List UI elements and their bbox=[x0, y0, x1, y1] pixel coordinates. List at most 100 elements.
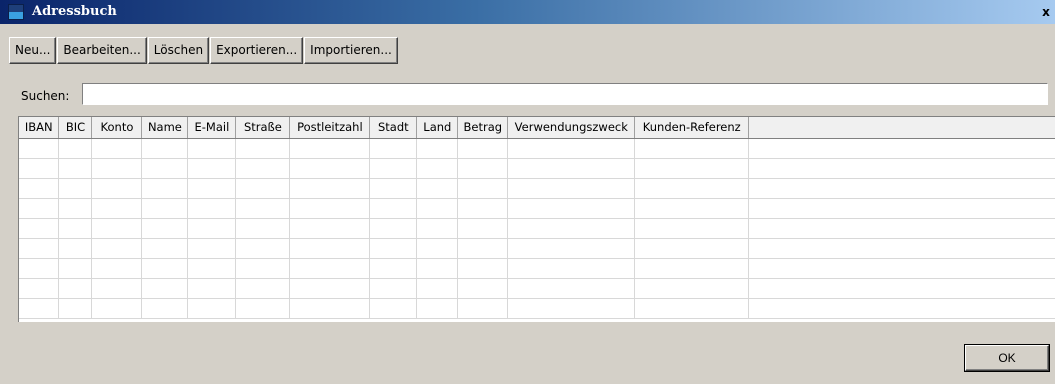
table-cell[interactable] bbox=[507, 138, 636, 159]
table-cell[interactable] bbox=[416, 258, 459, 279]
title-bar[interactable]: Adressbuch x bbox=[0, 0, 1055, 24]
address-table[interactable]: IBAN BIC Konto Name E-Mail Straße Postle… bbox=[18, 116, 1055, 322]
column-header-name[interactable]: Name bbox=[141, 117, 189, 139]
table-cell[interactable] bbox=[141, 218, 189, 239]
table-cell[interactable] bbox=[369, 258, 418, 279]
table-cell[interactable] bbox=[289, 278, 371, 299]
table-cell[interactable] bbox=[748, 258, 1055, 279]
new-button[interactable]: Neu... bbox=[9, 37, 57, 64]
table-cell[interactable] bbox=[369, 298, 418, 319]
column-header-postleitzahl[interactable]: Postleitzahl bbox=[289, 117, 371, 139]
table-cell[interactable] bbox=[416, 298, 459, 319]
column-header-email[interactable]: E-Mail bbox=[187, 117, 237, 139]
table-cell[interactable] bbox=[748, 198, 1055, 219]
table-cell[interactable] bbox=[91, 258, 143, 279]
table-cell[interactable] bbox=[634, 238, 750, 259]
table-cell[interactable] bbox=[369, 238, 418, 259]
table-cell[interactable] bbox=[141, 158, 189, 179]
table-cell[interactable] bbox=[91, 198, 143, 219]
table-cell[interactable] bbox=[634, 138, 750, 159]
table-row[interactable] bbox=[19, 298, 1055, 319]
table-cell[interactable] bbox=[58, 298, 93, 319]
table-cell[interactable] bbox=[507, 278, 636, 299]
column-header-strasse[interactable]: Straße bbox=[235, 117, 291, 139]
column-header-iban[interactable]: IBAN bbox=[19, 117, 60, 139]
table-cell[interactable] bbox=[187, 198, 237, 219]
table-cell[interactable] bbox=[141, 178, 189, 199]
table-row[interactable] bbox=[19, 258, 1055, 279]
table-cell[interactable] bbox=[416, 158, 459, 179]
table-cell[interactable] bbox=[416, 138, 459, 159]
table-cell[interactable] bbox=[289, 178, 371, 199]
table-cell[interactable] bbox=[235, 138, 291, 159]
table-cell[interactable] bbox=[457, 278, 509, 299]
table-cell[interactable] bbox=[369, 138, 418, 159]
table-cell[interactable] bbox=[91, 278, 143, 299]
table-cell[interactable] bbox=[235, 178, 291, 199]
table-cell[interactable] bbox=[187, 238, 237, 259]
export-button[interactable]: Exportieren... bbox=[210, 37, 304, 64]
table-cell[interactable] bbox=[416, 198, 459, 219]
table-cell[interactable] bbox=[235, 298, 291, 319]
table-cell[interactable] bbox=[457, 218, 509, 239]
column-header-kunden-referenz[interactable]: Kunden-Referenz bbox=[634, 117, 750, 139]
table-cell[interactable] bbox=[187, 218, 237, 239]
table-cell[interactable] bbox=[634, 198, 750, 219]
search-input[interactable] bbox=[82, 83, 1048, 105]
table-cell[interactable] bbox=[416, 178, 459, 199]
table-row[interactable] bbox=[19, 158, 1055, 179]
table-cell[interactable] bbox=[369, 198, 418, 219]
table-cell[interactable] bbox=[141, 298, 189, 319]
table-cell[interactable] bbox=[19, 138, 60, 159]
table-cell[interactable] bbox=[187, 178, 237, 199]
table-cell[interactable] bbox=[507, 238, 636, 259]
table-cell[interactable] bbox=[748, 158, 1055, 179]
table-cell[interactable] bbox=[369, 278, 418, 299]
table-cell[interactable] bbox=[187, 138, 237, 159]
table-cell[interactable] bbox=[369, 178, 418, 199]
table-cell[interactable] bbox=[91, 218, 143, 239]
column-header-betrag[interactable]: Betrag bbox=[457, 117, 509, 139]
table-cell[interactable] bbox=[748, 278, 1055, 299]
table-cell[interactable] bbox=[634, 278, 750, 299]
table-cell[interactable] bbox=[369, 158, 418, 179]
table-cell[interactable] bbox=[19, 178, 60, 199]
table-cell[interactable] bbox=[457, 158, 509, 179]
table-cell[interactable] bbox=[289, 138, 371, 159]
table-cell[interactable] bbox=[416, 218, 459, 239]
table-row[interactable] bbox=[19, 138, 1055, 159]
table-row[interactable] bbox=[19, 198, 1055, 219]
table-row[interactable] bbox=[19, 178, 1055, 199]
table-cell[interactable] bbox=[416, 278, 459, 299]
table-cell[interactable] bbox=[58, 278, 93, 299]
table-cell[interactable] bbox=[457, 238, 509, 259]
table-cell[interactable] bbox=[235, 158, 291, 179]
table-cell[interactable] bbox=[634, 158, 750, 179]
table-cell[interactable] bbox=[748, 238, 1055, 259]
table-cell[interactable] bbox=[634, 218, 750, 239]
table-cell[interactable] bbox=[507, 218, 636, 239]
edit-button[interactable]: Bearbeiten... bbox=[57, 37, 147, 64]
table-cell[interactable] bbox=[235, 218, 291, 239]
table-cell[interactable] bbox=[91, 178, 143, 199]
table-cell[interactable] bbox=[634, 178, 750, 199]
table-cell[interactable] bbox=[634, 258, 750, 279]
table-cell[interactable] bbox=[748, 298, 1055, 319]
table-cell[interactable] bbox=[369, 218, 418, 239]
table-cell[interactable] bbox=[187, 278, 237, 299]
table-cell[interactable] bbox=[141, 278, 189, 299]
table-cell[interactable] bbox=[289, 198, 371, 219]
table-cell[interactable] bbox=[507, 198, 636, 219]
column-header-konto[interactable]: Konto bbox=[91, 117, 143, 139]
table-cell[interactable] bbox=[235, 278, 291, 299]
table-cell[interactable] bbox=[507, 258, 636, 279]
column-header-verwendungszweck[interactable]: Verwendungszweck bbox=[507, 117, 636, 139]
table-cell[interactable] bbox=[19, 298, 60, 319]
table-cell[interactable] bbox=[235, 238, 291, 259]
table-cell[interactable] bbox=[58, 218, 93, 239]
delete-button[interactable]: Löschen bbox=[147, 37, 210, 64]
table-cell[interactable] bbox=[141, 258, 189, 279]
table-row[interactable] bbox=[19, 278, 1055, 299]
table-cell[interactable] bbox=[289, 218, 371, 239]
table-cell[interactable] bbox=[19, 278, 60, 299]
